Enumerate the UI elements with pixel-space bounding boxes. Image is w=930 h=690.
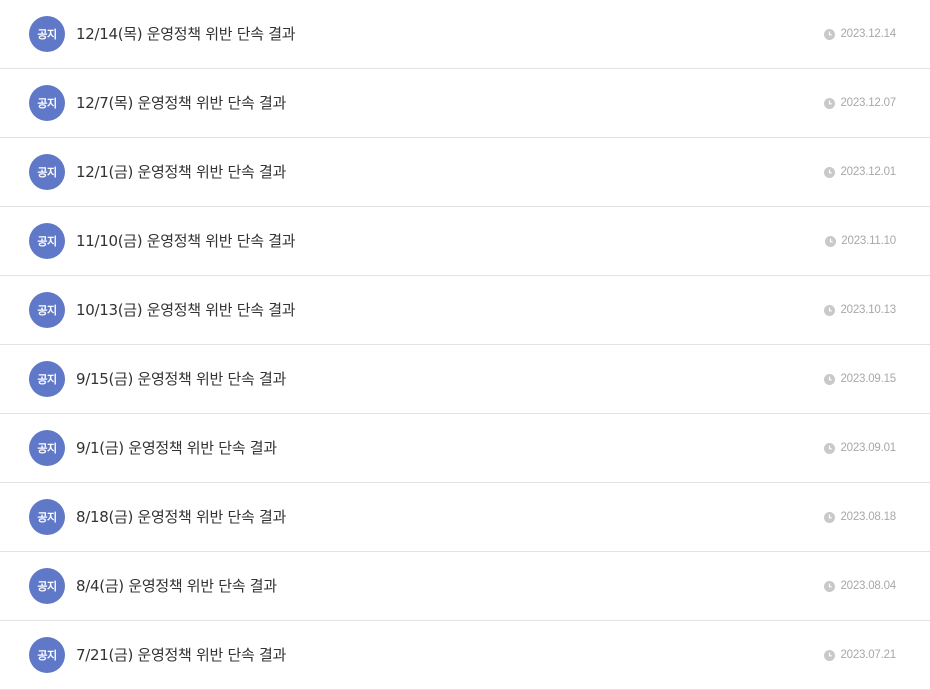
notice-title[interactable]: 12/14(목) 운영정책 위반 단속 결과 [76, 23, 296, 44]
notice-title[interactable]: 8/18(금) 운영정책 위반 단속 결과 [76, 506, 286, 527]
notice-date-group: 2023.09.01 [824, 442, 896, 454]
notice-row[interactable]: 공지 9/1(금) 운영정책 위반 단속 결과 2023.09.01 [0, 414, 930, 483]
notice-list: 공지 12/14(목) 운영정책 위반 단속 결과 2023.12.14 공지 … [0, 0, 930, 690]
notice-badge: 공지 [29, 154, 65, 190]
notice-date-group: 2023.12.07 [824, 97, 896, 109]
notice-date-group: 2023.08.18 [824, 511, 896, 523]
notice-title[interactable]: 9/15(금) 운영정책 위반 단속 결과 [76, 368, 286, 389]
notice-date: 2023.12.14 [840, 28, 896, 40]
clock-icon [824, 97, 836, 109]
notice-badge: 공지 [29, 361, 65, 397]
notice-row[interactable]: 공지 8/4(금) 운영정책 위반 단속 결과 2023.08.04 [0, 552, 930, 621]
notice-date-group: 2023.12.01 [824, 166, 896, 178]
notice-date-group: 2023.09.15 [824, 373, 896, 385]
clock-icon [824, 649, 836, 661]
notice-row[interactable]: 공지 12/7(목) 운영정책 위반 단속 결과 2023.12.07 [0, 69, 930, 138]
notice-date-group: 2023.07.21 [824, 649, 896, 661]
notice-date: 2023.08.04 [840, 580, 896, 592]
notice-row[interactable]: 공지 11/10(금) 운영정책 위반 단속 결과 2023.11.10 [0, 207, 930, 276]
notice-title[interactable]: 12/1(금) 운영정책 위반 단속 결과 [76, 161, 286, 182]
notice-badge: 공지 [29, 223, 65, 259]
notice-date-group: 2023.12.14 [824, 28, 896, 40]
notice-date: 2023.08.18 [840, 511, 896, 523]
notice-badge: 공지 [29, 292, 65, 328]
notice-badge: 공지 [29, 85, 65, 121]
notice-title[interactable]: 8/4(금) 운영정책 위반 단속 결과 [76, 575, 277, 596]
notice-title[interactable]: 9/1(금) 운영정책 위반 단속 결과 [76, 437, 277, 458]
notice-row[interactable]: 공지 12/14(목) 운영정책 위반 단속 결과 2023.12.14 [0, 0, 930, 69]
notice-date: 2023.09.15 [840, 373, 896, 385]
clock-icon [824, 166, 836, 178]
notice-date: 2023.12.01 [840, 166, 896, 178]
clock-icon [824, 442, 836, 454]
clock-icon [825, 235, 837, 247]
clock-icon [824, 511, 836, 523]
notice-title[interactable]: 7/21(금) 운영정책 위반 단속 결과 [76, 644, 286, 665]
notice-row[interactable]: 공지 12/1(금) 운영정책 위반 단속 결과 2023.12.01 [0, 138, 930, 207]
notice-badge: 공지 [29, 499, 65, 535]
notice-badge: 공지 [29, 568, 65, 604]
notice-title[interactable]: 11/10(금) 운영정책 위반 단속 결과 [76, 230, 296, 251]
clock-icon [824, 28, 836, 40]
notice-date: 2023.09.01 [840, 442, 896, 454]
notice-date-group: 2023.10.13 [824, 304, 896, 316]
notice-row[interactable]: 공지 9/15(금) 운영정책 위반 단속 결과 2023.09.15 [0, 345, 930, 414]
notice-date: 2023.11.10 [841, 235, 896, 247]
notice-date-group: 2023.08.04 [824, 580, 896, 592]
clock-icon [824, 373, 836, 385]
notice-date: 2023.07.21 [840, 649, 896, 661]
notice-title[interactable]: 12/7(목) 운영정책 위반 단속 결과 [76, 92, 286, 113]
notice-row[interactable]: 공지 8/18(금) 운영정책 위반 단속 결과 2023.08.18 [0, 483, 930, 552]
notice-badge: 공지 [29, 637, 65, 673]
clock-icon [824, 580, 836, 592]
notice-badge: 공지 [29, 430, 65, 466]
notice-date: 2023.12.07 [840, 97, 896, 109]
notice-date-group: 2023.11.10 [825, 235, 896, 247]
notice-row[interactable]: 공지 7/21(금) 운영정책 위반 단속 결과 2023.07.21 [0, 621, 930, 690]
clock-icon [824, 304, 836, 316]
notice-badge: 공지 [29, 16, 65, 52]
notice-row[interactable]: 공지 10/13(금) 운영정책 위반 단속 결과 2023.10.13 [0, 276, 930, 345]
notice-title[interactable]: 10/13(금) 운영정책 위반 단속 결과 [76, 299, 296, 320]
notice-date: 2023.10.13 [840, 304, 896, 316]
